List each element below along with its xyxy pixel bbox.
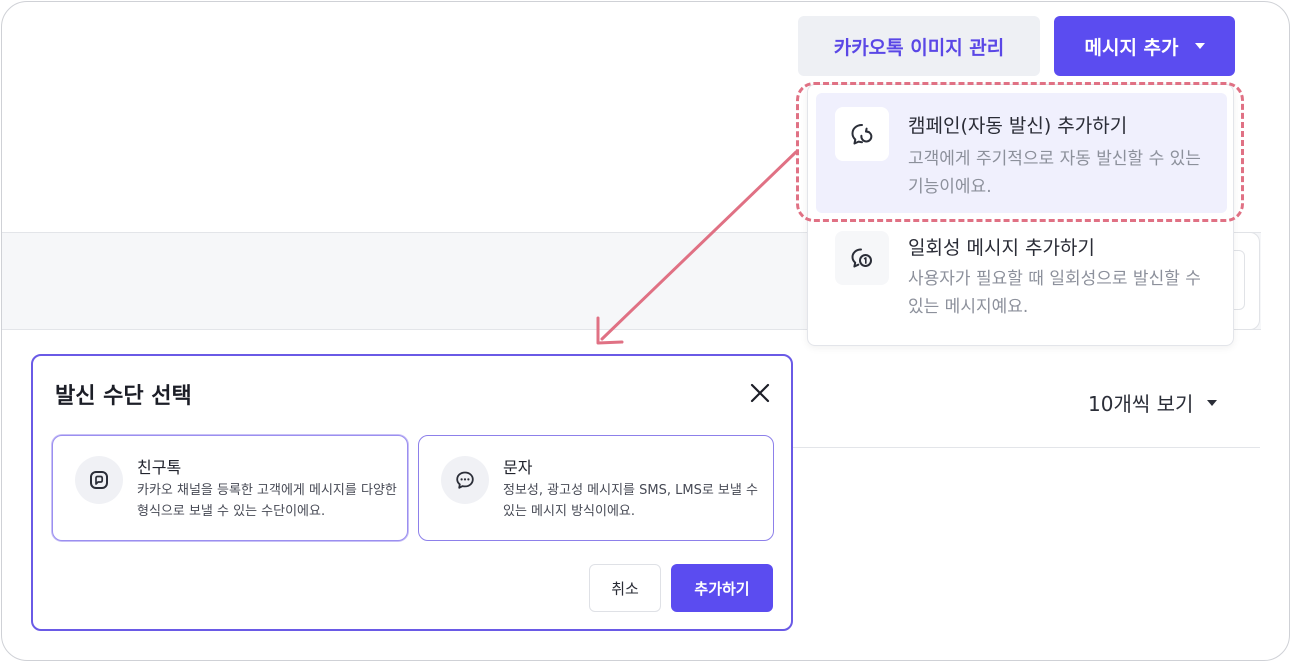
cancel-button[interactable]: 취소 bbox=[589, 564, 661, 612]
add-message-label: 메시지 추가 bbox=[1084, 36, 1179, 59]
menu-item-one-time[interactable]: 일회성 메시지 추가하기 사용자가 필요할 때 일회성으로 발신할 수 있는 메… bbox=[816, 221, 1227, 341]
chevron-down-icon bbox=[1207, 399, 1218, 406]
menu-item-one-time-desc: 사용자가 필요할 때 일회성으로 발신할 수 있는 메시지예요. bbox=[908, 269, 1201, 317]
sms-chat-bubble-icon bbox=[441, 456, 489, 504]
menu-item-one-time-title: 일회성 메시지 추가하기 bbox=[908, 237, 1095, 259]
app-window: 10개씩 보기 카카오톡 이미지 관리 메시지 추가 캠페인(자동 발신) 추가… bbox=[1, 1, 1290, 661]
page-size-select[interactable]: 10개씩 보기 bbox=[1088, 388, 1218, 417]
cancel-label: 취소 bbox=[611, 579, 639, 598]
option-friendtalk-title: 친구톡 bbox=[137, 458, 182, 477]
highlight-annotation bbox=[796, 82, 1244, 222]
page-size-label: 10개씩 보기 bbox=[1088, 392, 1194, 416]
add-message-button[interactable]: 메시지 추가 bbox=[1054, 16, 1235, 76]
list-divider bbox=[792, 447, 1260, 448]
kakao-image-management-label: 카카오톡 이미지 관리 bbox=[833, 36, 1005, 59]
close-icon[interactable] bbox=[747, 380, 773, 406]
option-sms-desc: 정보성, 광고성 메시지를 SMS, LMS로 보낼 수 있는 메시지 방식이에… bbox=[503, 483, 758, 519]
option-friendtalk-desc: 카카오 채널을 등록한 고객에게 메시지를 다양한 형식으로 보낼 수 있는 수… bbox=[137, 483, 397, 519]
friendtalk-icon bbox=[75, 456, 123, 504]
chevron-down-icon bbox=[1194, 43, 1205, 49]
send-method-modal: 발신 수단 선택 친구톡 카카오 채널을 등록한 고객에게 메시지를 다양한 형… bbox=[31, 354, 793, 631]
add-label: 추가하기 bbox=[694, 579, 750, 598]
kakao-image-management-button[interactable]: 카카오톡 이미지 관리 bbox=[798, 16, 1040, 76]
option-sms[interactable]: 문자 정보성, 광고성 메시지를 SMS, LMS로 보낼 수 있는 메시지 방… bbox=[418, 435, 774, 541]
modal-title: 발신 수단 선택 bbox=[55, 384, 192, 409]
option-sms-title: 문자 bbox=[503, 458, 533, 477]
add-button[interactable]: 추가하기 bbox=[671, 564, 773, 612]
one-time-chat-icon bbox=[835, 231, 889, 285]
option-friendtalk[interactable]: 친구톡 카카오 채널을 등록한 고객에게 메시지를 다양한 형식으로 보낼 수 … bbox=[52, 435, 408, 541]
